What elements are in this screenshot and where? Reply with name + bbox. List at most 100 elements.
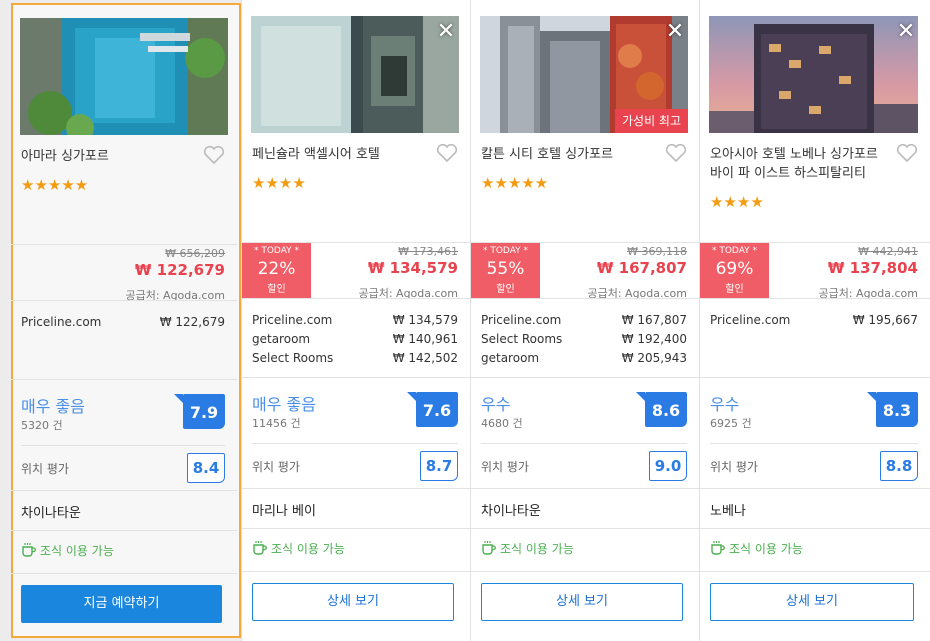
hotel-name[interactable]: 오아시아 호텔 노베나 싱가포르 바이 파 이스트 하스피탈리티 [710, 145, 880, 183]
divider [11, 300, 237, 301]
location-score: 8.7 [420, 451, 458, 481]
provider-name: Select Rooms [252, 351, 334, 365]
rating-label: 우수 [710, 395, 740, 414]
provider-price: ₩ 195,667 [852, 313, 918, 327]
rating-label: 매우 좋음 [21, 397, 85, 416]
hotel-name[interactable]: 칼튼 시티 호텔 싱가포르 [481, 145, 651, 164]
today-label: * TODAY * [711, 246, 758, 256]
discount-percent: 69% [715, 259, 754, 279]
heart-icon[interactable] [665, 143, 687, 163]
provider-name: getaroom [481, 351, 540, 365]
divider [11, 490, 237, 491]
review-count[interactable]: 11456 건 [252, 415, 301, 431]
coffee-cup-icon [482, 541, 496, 555]
location-label: 위치 평가 [710, 460, 758, 474]
hotel-name[interactable]: 아마라 싱가포르 [21, 147, 191, 166]
breakfast-label: 조식 이용 가능 [500, 542, 574, 556]
breakfast-label: 조식 이용 가능 [40, 544, 114, 558]
best-price[interactable]: ₩ 137,804 [828, 259, 918, 277]
hotel-photo[interactable] [20, 18, 228, 135]
provider-price: ₩ 167,807 [621, 313, 687, 327]
breakfast-label: 조식 이용 가능 [729, 542, 803, 556]
review-count[interactable]: 5320 건 [21, 417, 63, 433]
provider-name: Select Rooms [481, 332, 563, 346]
divider [242, 528, 470, 529]
view-details-button[interactable]: 상세 보기 [710, 583, 914, 621]
review-score: 8.3 [867, 392, 918, 427]
provider-row[interactable]: Priceline.com ₩ 122,679 [21, 315, 225, 334]
divider [700, 298, 930, 299]
provider-row[interactable]: Priceline.com ₩ 195,667 [710, 313, 918, 332]
breakfast-info: 조식 이용 가능 [481, 540, 574, 557]
divider [11, 530, 237, 531]
star-rating: ★★★★ [710, 193, 764, 211]
provider-row[interactable]: Select Rooms ₩ 192,400 [481, 332, 687, 351]
star-rating: ★★★★ [252, 174, 306, 192]
hotel-photo[interactable] [251, 16, 459, 133]
best-price[interactable]: ₩ 122,679 [135, 261, 225, 279]
provider-row[interactable]: Select Rooms ₩ 142,502 [252, 351, 458, 370]
hotel-comparison: 아마라 싱가포르 ★★★★★ ₩ 656,209 ₩ 122,679 공급처: … [0, 0, 930, 641]
best-price[interactable]: ₩ 167,807 [597, 259, 687, 277]
original-price: ₩ 656,209 [165, 247, 225, 260]
location-label: 위치 평가 [21, 462, 69, 476]
provider-price: ₩ 140,961 [392, 332, 458, 346]
review-count[interactable]: 4680 건 [481, 415, 523, 431]
review-score: 8.6 [636, 392, 687, 427]
hotel-photo[interactable] [709, 16, 918, 133]
view-details-button[interactable]: 상세 보기 [252, 583, 454, 621]
divider [700, 488, 930, 489]
provider-name: Priceline.com [21, 315, 102, 329]
best-price[interactable]: ₩ 134,579 [368, 259, 458, 277]
provider-price: ₩ 134,579 [392, 313, 458, 327]
divider [21, 445, 225, 446]
discount-word: 할인 [496, 284, 515, 295]
today-discount-badge: * TODAY * 55% 할인 [471, 243, 540, 298]
today-label: * TODAY * [253, 246, 300, 256]
review-score: 7.9 [174, 394, 225, 429]
provider-name: Priceline.com [710, 313, 791, 327]
close-icon[interactable]: ✕ [665, 21, 685, 43]
star-rating: ★★★★★ [481, 174, 549, 192]
divider [700, 528, 930, 529]
divider [252, 443, 458, 444]
provider-row[interactable]: getaroom ₩ 140,961 [252, 332, 458, 351]
heart-icon[interactable] [896, 143, 918, 163]
close-icon[interactable]: ✕ [896, 21, 916, 43]
divider [700, 571, 930, 572]
divider [242, 488, 470, 489]
book-now-button[interactable]: 지금 예약하기 [21, 585, 222, 623]
location-label: 위치 평가 [252, 460, 300, 474]
original-price: ₩ 173,461 [398, 245, 458, 258]
divider [242, 377, 470, 378]
location-score: 9.0 [649, 451, 687, 481]
discount-percent: 22% [257, 259, 296, 279]
provider-name: Priceline.com [481, 313, 562, 327]
area-name: 차이나타운 [481, 504, 541, 519]
close-icon[interactable]: ✕ [436, 21, 456, 43]
review-count[interactable]: 6925 건 [710, 415, 752, 431]
divider [710, 443, 918, 444]
hotel-card: ✕ 오아시아 호텔 노베나 싱가포르 바이 파 이스트 하스피탈리티 ★★★★ … [699, 0, 930, 641]
hotel-card: 아마라 싱가포르 ★★★★★ ₩ 656,209 ₩ 122,679 공급처: … [11, 3, 241, 638]
heart-icon[interactable] [436, 143, 458, 163]
provider-row[interactable]: Priceline.com ₩ 167,807 [481, 313, 687, 332]
divider [471, 528, 699, 529]
location-score: 8.8 [880, 451, 918, 481]
hotel-name[interactable]: 페닌슐라 액셀시어 호텔 [252, 145, 422, 164]
location-label: 위치 평가 [481, 460, 529, 474]
coffee-cup-icon [253, 541, 267, 555]
divider [242, 571, 470, 572]
provider-row[interactable]: getaroom ₩ 205,943 [481, 351, 687, 370]
today-discount-badge: * TODAY * 22% 할인 [242, 243, 311, 298]
area-name: 노베나 [710, 504, 746, 519]
view-details-button[interactable]: 상세 보기 [481, 583, 683, 621]
area-name: 마리나 베이 [252, 504, 316, 519]
provider-row[interactable]: Priceline.com ₩ 134,579 [252, 313, 458, 332]
rating-label: 우수 [481, 395, 511, 414]
original-price: ₩ 369,118 [627, 245, 687, 258]
original-price: ₩ 442,941 [858, 245, 918, 258]
divider [471, 377, 699, 378]
provider-name: getaroom [252, 332, 311, 346]
heart-icon[interactable] [203, 145, 225, 165]
